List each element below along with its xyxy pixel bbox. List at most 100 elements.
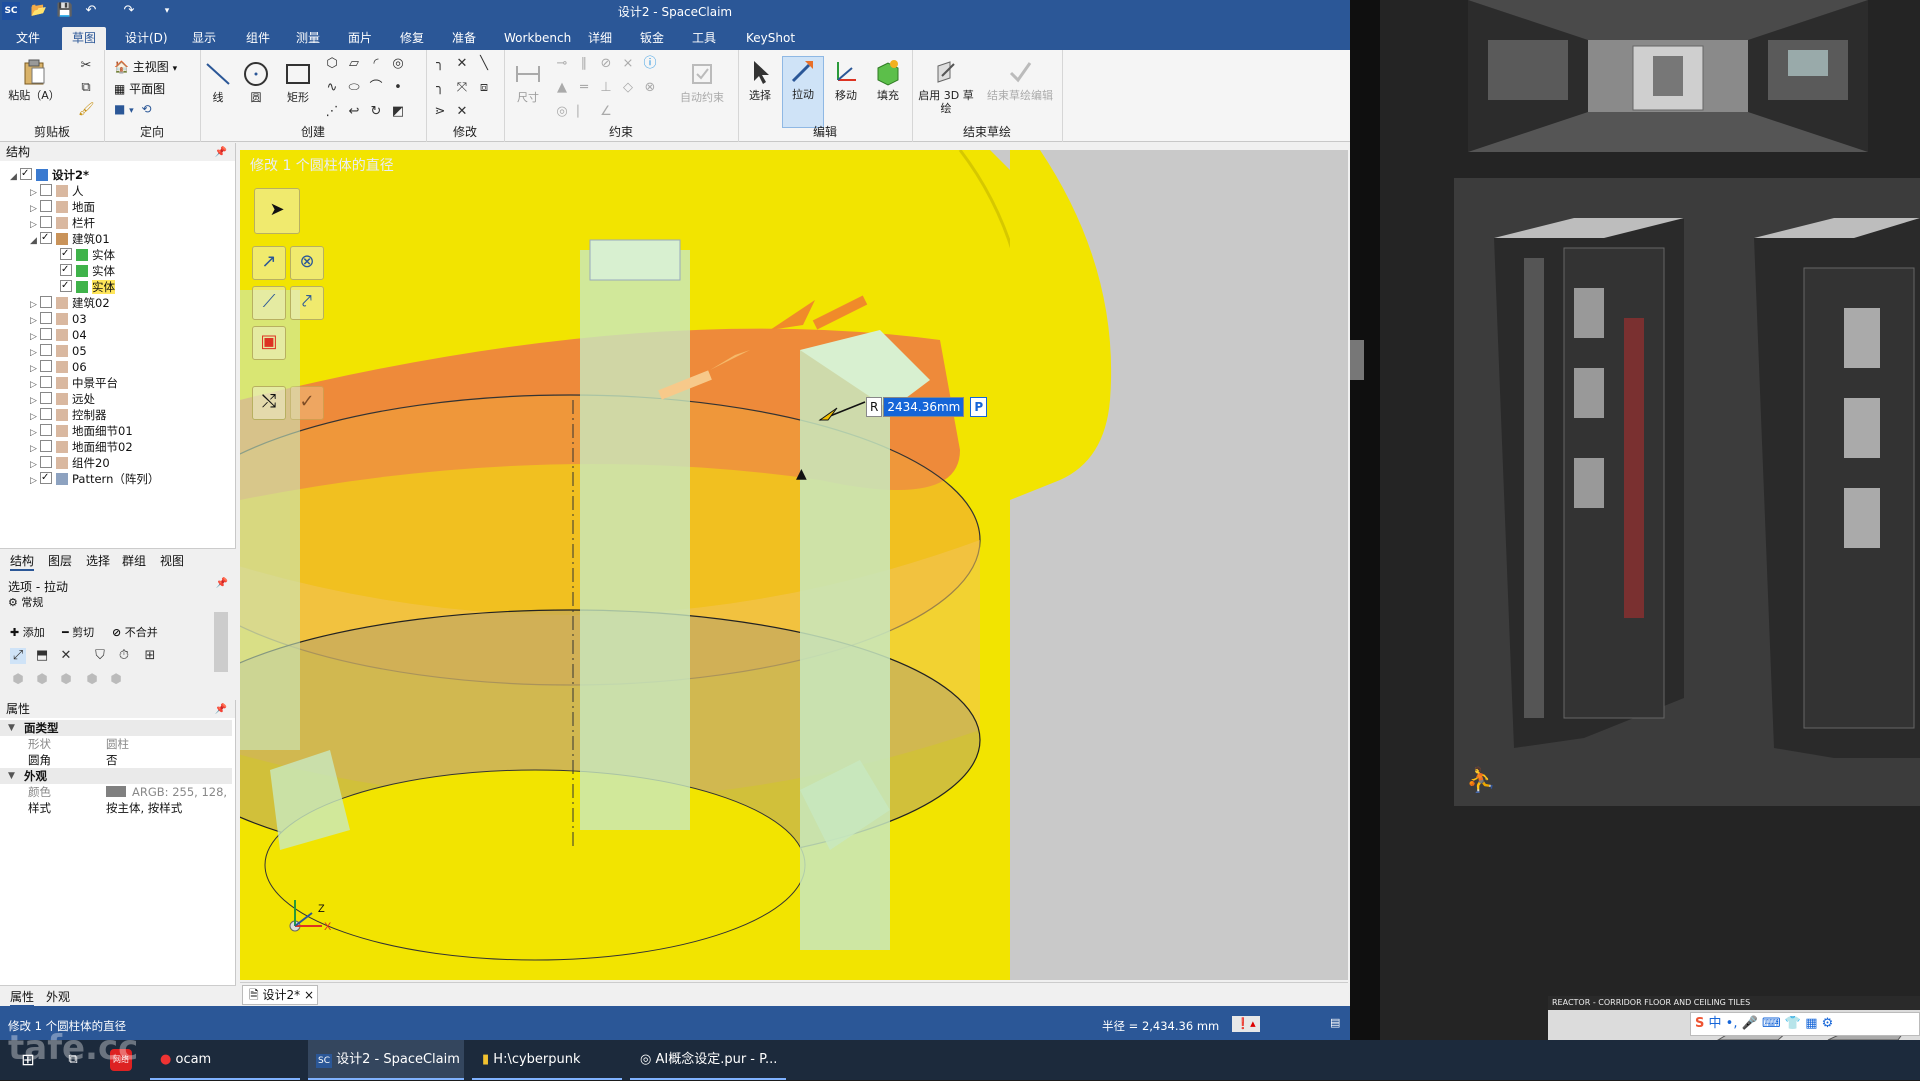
microphone-icon[interactable]: 🎤 — [1742, 1016, 1758, 1031]
panel-reference-image[interactable]: ⛹ — [1454, 178, 1920, 806]
blend-icon[interactable]: ⬢ — [10, 672, 26, 688]
tab-prepare[interactable]: 准备 — [442, 27, 486, 50]
visibility-checkbox[interactable] — [40, 230, 52, 246]
coincident-constraint-icon[interactable]: ⨯ — [620, 56, 636, 72]
tree-item-controller[interactable]: ▷ 控制器 — [30, 407, 107, 423]
dimension-button[interactable]: 尺寸 — [508, 60, 548, 104]
expand-icon[interactable]: ▷ — [30, 473, 40, 489]
pivot-tool-icon[interactable]: ⊗ — [290, 246, 324, 280]
prop-value[interactable]: ARGB: 255, 128, 128 — [106, 784, 230, 800]
tree-item-railing[interactable]: ▷ 栏杆 — [30, 215, 95, 231]
visibility-checkbox[interactable] — [60, 262, 72, 278]
tab-workbench[interactable]: Workbench — [494, 27, 581, 50]
complete-tool-icon[interactable]: ✓ — [290, 386, 324, 420]
pull-both-icon[interactable]: ⬒ — [34, 648, 50, 664]
options-section[interactable]: ⚙ 常规 — [8, 594, 43, 610]
tab-repair[interactable]: 修复 — [390, 27, 434, 50]
collapse-icon[interactable]: ▼ — [8, 768, 15, 784]
visibility-checkbox[interactable] — [40, 344, 52, 356]
sweep-tool-icon[interactable]: ⤭ — [252, 386, 286, 420]
visibility-checkbox[interactable] — [40, 328, 52, 340]
concentric-constraint-icon[interactable]: ◎ — [554, 104, 570, 120]
up-to-tool-icon[interactable]: ⟋ — [252, 286, 286, 320]
tab-layers[interactable]: 图层 — [48, 552, 72, 569]
add-option[interactable]: ✚ 添加 — [10, 624, 45, 640]
tab-sheet-metal[interactable]: 钣金 — [630, 27, 674, 50]
tree-item-05[interactable]: ▷ 05 — [30, 343, 87, 359]
blend-5-icon[interactable]: ⬢ — [108, 672, 124, 688]
tab-measure[interactable]: 测量 — [286, 27, 330, 50]
visibility-checkbox[interactable] — [40, 216, 52, 228]
extend-icon[interactable]: ╲ — [476, 56, 492, 72]
radius-value-field[interactable]: 2434.36mm — [883, 397, 965, 417]
pull-direction-tool-icon[interactable]: ↗ — [252, 246, 286, 280]
tree-item-solid-selected[interactable]: 实体 — [60, 278, 115, 295]
midpoint-constraint-icon[interactable]: ⊗ — [642, 80, 658, 96]
ellipse-icon[interactable]: ⬭ — [346, 80, 362, 96]
prop-row-fillet[interactable]: 圆角 否 — [0, 752, 232, 768]
trim-icon[interactable]: ✕ — [454, 56, 470, 72]
sweep-arc-icon[interactable]: ↩ — [346, 104, 362, 120]
radius-dimension-input[interactable]: R 2434.36mm P — [866, 397, 988, 417]
close-tab-icon[interactable]: × — [304, 988, 314, 1002]
visibility-checkbox[interactable] — [20, 166, 32, 182]
tree-item-ground-detail-02[interactable]: ▷ 地面细节02 — [30, 439, 133, 455]
visibility-checkbox[interactable] — [40, 360, 52, 372]
pull-button[interactable]: 拉动 — [782, 56, 824, 128]
chinese-mode-icon[interactable]: 中 — [1709, 1016, 1722, 1031]
blend-3-icon[interactable]: ⬢ — [58, 672, 74, 688]
polygon-icon[interactable]: ⬡ — [324, 56, 340, 72]
3d-viewport[interactable]: Z X — [240, 150, 1348, 980]
tab-display[interactable]: 显示 — [182, 27, 226, 50]
visibility-checkbox[interactable] — [60, 246, 72, 262]
tree-item-building02[interactable]: ▷ 建筑02 — [30, 295, 110, 311]
skin-icon[interactable]: 👕 — [1785, 1016, 1801, 1031]
blend-4-icon[interactable]: ⬢ — [84, 672, 100, 688]
circle-tool-button[interactable]: 圆 — [238, 60, 274, 104]
copy-icon[interactable]: ⧉ — [78, 80, 94, 96]
enable-3d-sketch-button[interactable]: 启用 3D 草绘 — [916, 58, 976, 115]
tab-groups[interactable]: 群组 — [122, 552, 146, 569]
visibility-checkbox[interactable] — [40, 424, 52, 436]
bend-icon[interactable]: ⋗ — [432, 104, 448, 120]
keyboard-icon[interactable]: ⌨ — [1762, 1016, 1781, 1031]
visibility-checkbox[interactable] — [40, 408, 52, 420]
taper-icon[interactable]: ⛉ — [92, 648, 108, 664]
tab-assembly[interactable]: 组件 — [236, 27, 280, 50]
visibility-checkbox[interactable] — [40, 184, 52, 196]
taskbar-item-spaceclaim[interactable]: SC 设计2 - SpaceClaim — [308, 1040, 464, 1080]
auto-constrain-button[interactable]: 自动约束 — [674, 60, 730, 104]
visibility-checkbox[interactable] — [60, 278, 72, 294]
finish-sketch-button[interactable]: 结束草绘编辑 — [982, 58, 1058, 102]
project-icon[interactable]: ⧈ — [476, 80, 492, 96]
tab-facets[interactable]: 面片 — [338, 27, 382, 50]
angle-constraint-icon[interactable]: ∠ — [598, 104, 614, 120]
select-tool-icon[interactable]: ➤ — [254, 188, 300, 234]
symmetric-constraint-icon[interactable]: ◇ — [620, 80, 636, 96]
spline-icon[interactable]: ∿ — [324, 80, 340, 96]
blend-2-icon[interactable]: ⬢ — [34, 672, 50, 688]
fill-button[interactable]: 填充 — [868, 58, 908, 102]
tree-item-component20[interactable]: ▷ 组件20 — [30, 455, 110, 471]
fix-constraint-icon[interactable]: ▲ — [554, 80, 570, 96]
tab-selection[interactable]: 选择 — [86, 552, 110, 569]
ime-toolbar[interactable]: S 中 •, 🎤 ⌨ 👕 ▦ ⚙ — [1690, 1012, 1920, 1036]
collapse-icon[interactable]: ▼ — [8, 720, 15, 736]
collapse-icon[interactable]: ◢ — [30, 233, 40, 249]
visibility-checkbox[interactable] — [40, 296, 52, 308]
info-icon[interactable]: ⓘ — [642, 56, 658, 72]
prop-group-face-type[interactable]: ▼ 面类型 — [0, 720, 232, 736]
sogou-icon[interactable]: S — [1695, 1016, 1704, 1031]
construction-line-icon[interactable]: ⋰ — [324, 104, 340, 120]
tab-structure[interactable]: 结构 — [10, 552, 35, 571]
tab-file[interactable]: 文件 — [6, 27, 50, 50]
taskbar-item-pureref[interactable]: ◎ AI概念设定.pur - P... — [630, 1040, 786, 1080]
square-icon[interactable]: ▱ — [346, 56, 362, 72]
toolbox-icon[interactable]: ▦ — [1805, 1016, 1817, 1031]
tab-properties[interactable]: 属性 — [10, 988, 35, 1007]
prop-row-color[interactable]: 颜色 ARGB: 255, 128, 128 — [0, 784, 232, 800]
pin-icon[interactable]: 📌 — [215, 701, 227, 719]
paste-button[interactable]: 粘贴（A） — [6, 58, 62, 102]
face-curve-icon[interactable]: ◩ — [390, 104, 406, 120]
scale-icon[interactable]: ✕ — [454, 104, 470, 120]
